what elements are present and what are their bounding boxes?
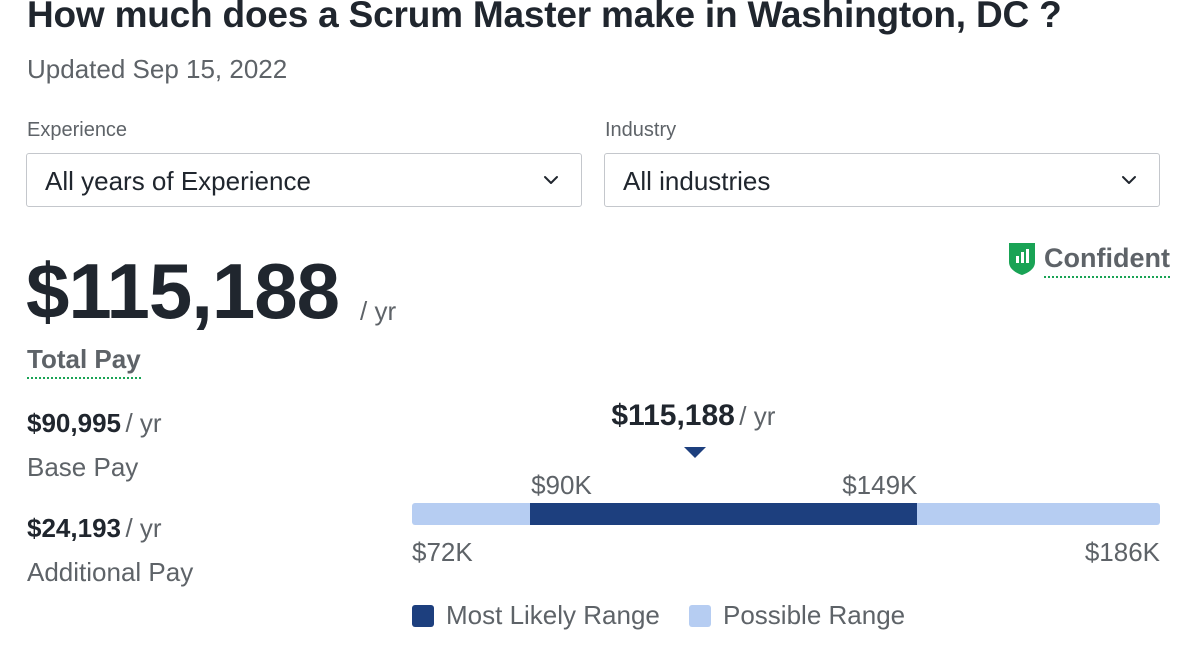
base-pay-amount: $90,995 [27, 408, 121, 438]
likely-low-label: $90K [531, 470, 592, 500]
legend-swatch-likely [412, 604, 434, 627]
experience-select[interactable]: All years of Experience [26, 153, 582, 207]
industry-label: Industry [605, 119, 677, 141]
total-pay-label[interactable]: Total Pay [27, 344, 141, 379]
base-pay-label: Base Pay [27, 452, 139, 482]
median-value: $115,188 / yr [611, 399, 775, 433]
median-per-year: / yr [739, 401, 776, 431]
legend-most-likely: Most Likely Range [412, 600, 660, 631]
shield-chart-icon [1009, 243, 1036, 275]
legend-possible: Possible Range [689, 600, 905, 631]
range-max-label: $186K [1084, 537, 1160, 567]
possible-range-bar [412, 503, 1160, 525]
updated-date: Updated Sep 15, 2022 [27, 54, 288, 84]
base-pay-per-year: / yr [125, 408, 162, 438]
page-title: How much does a Scrum Master make in Was… [27, 0, 1062, 35]
legend-likely-label: Most Likely Range [446, 600, 660, 630]
industry-select[interactable]: All industries [604, 153, 1160, 207]
chevron-down-icon [544, 176, 558, 184]
experience-label: Experience [27, 119, 128, 141]
additional-pay-row: $24,193 / yr [27, 513, 162, 544]
legend-swatch-possible [689, 604, 711, 627]
likely-high-label: $149K [842, 470, 918, 500]
additional-pay-per-year: / yr [125, 513, 162, 543]
chevron-down-icon [1122, 176, 1136, 184]
median-amount: $115,188 [611, 399, 735, 432]
total-pay-amount: $115,188 [26, 247, 340, 335]
legend-possible-label: Possible Range [723, 600, 906, 630]
additional-pay-label: Additional Pay [27, 557, 194, 587]
median-marker-icon [684, 447, 707, 458]
range-min-label: $72K [412, 537, 473, 567]
additional-pay-amount: $24,193 [27, 513, 121, 543]
confidence-indicator[interactable]: Confident [1008, 242, 1170, 288]
confidence-label: Confident [1044, 242, 1170, 278]
industry-select-value: All industries [623, 166, 771, 196]
experience-select-value: All years of Experience [45, 166, 311, 196]
likely-range-bar [530, 503, 918, 525]
base-pay-row: $90,995 / yr [27, 408, 162, 439]
total-pay-per-year: / yr [360, 296, 397, 326]
